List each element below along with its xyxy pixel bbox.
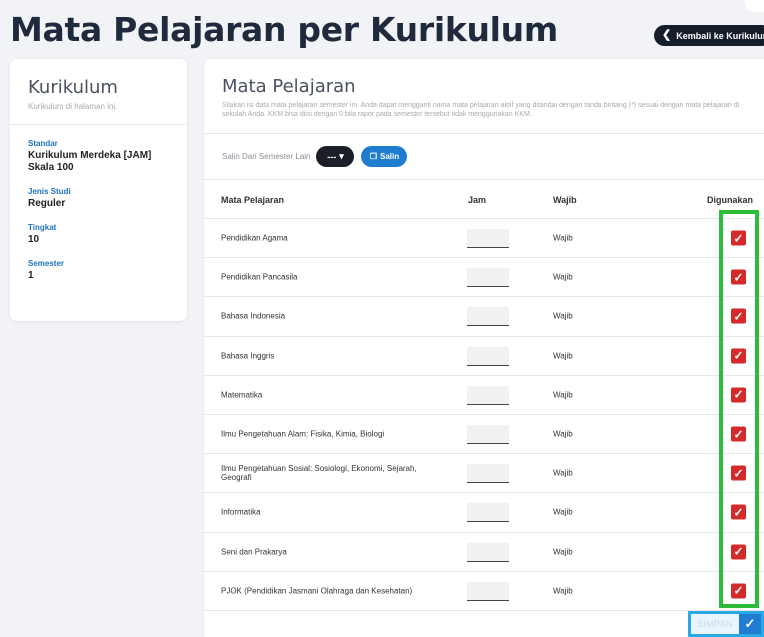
table-row: Informatika Wajib ✓ bbox=[204, 493, 764, 533]
subject-name: Ilmu Pengetahuan Sosial: Sosiologi, Ekon… bbox=[221, 464, 417, 483]
salin-label: Salin bbox=[380, 152, 400, 161]
kurikulum-card-header: Kurikulum Kurikulum di halaman ini. bbox=[10, 59, 187, 125]
semester-select[interactable]: --- ▾ bbox=[316, 146, 355, 167]
digunakan-checkbox[interactable]: ✓ bbox=[731, 583, 746, 599]
wajib-status: Wajib bbox=[553, 547, 573, 557]
table-row: Bahasa Indonesia Wajib ✓ bbox=[204, 297, 764, 337]
wajib-status: Wajib bbox=[553, 272, 573, 282]
kurikulum-info: Standar Kurikulum Merdeka [JAM] Skala 10… bbox=[10, 125, 187, 282]
jam-input[interactable] bbox=[467, 268, 509, 288]
subject-name: Pendidikan Pancasila bbox=[221, 272, 298, 282]
chevron-down-icon: ▾ bbox=[339, 151, 344, 161]
field-label-jenis-studi: Jenis Studi bbox=[28, 187, 71, 196]
jam-input[interactable] bbox=[467, 581, 509, 601]
jam-input[interactable] bbox=[467, 346, 509, 366]
check-icon: ✓ bbox=[739, 614, 761, 634]
jam-input[interactable] bbox=[467, 464, 509, 484]
corner-decoration bbox=[745, 0, 764, 12]
wajib-status: Wajib bbox=[553, 311, 573, 321]
jam-input[interactable] bbox=[467, 229, 509, 248]
wajib-status: Wajib bbox=[553, 468, 573, 478]
table-row: PJOK (Pendidikan Jasmani Olahraga dan Ke… bbox=[204, 572, 764, 611]
jam-input[interactable] bbox=[467, 424, 509, 444]
salin-button[interactable]: ❐ Salin bbox=[361, 146, 408, 167]
kurikulum-subtitle: Kurikulum di halaman ini. bbox=[28, 102, 118, 111]
field-label-standar: Standar bbox=[28, 139, 58, 148]
wajib-status: Wajib bbox=[553, 507, 573, 517]
digunakan-checkbox[interactable]: ✓ bbox=[731, 269, 746, 285]
subject-name: Matematika bbox=[221, 390, 263, 400]
column-header-wajib: Wajib bbox=[553, 195, 577, 205]
digunakan-checkbox[interactable]: ✓ bbox=[731, 230, 746, 246]
jam-input[interactable] bbox=[467, 385, 509, 405]
simpan-button[interactable]: SIMPAN ✓ bbox=[688, 611, 764, 637]
table-row: Ilmu Pengetahuan Alam: Fisika, Kimia, Bi… bbox=[204, 415, 764, 455]
wajib-status: Wajib bbox=[553, 586, 573, 596]
subject-name: PJOK (Pendidikan Jasmani Olahraga dan Ke… bbox=[221, 586, 413, 596]
copy-from-semester-row: Salin Dari Semester Lain --- ▾ ❐ Salin bbox=[204, 134, 764, 180]
field-value-tingkat: 10 bbox=[28, 234, 40, 245]
field-value-standar: Kurikulum Merdeka [JAM] Skala 100 bbox=[28, 150, 152, 173]
subject-name: Informatika bbox=[221, 507, 261, 517]
jam-input[interactable] bbox=[467, 503, 509, 523]
digunakan-checkbox[interactable]: ✓ bbox=[731, 308, 746, 324]
subject-name: Seni dan Prakarya bbox=[221, 547, 287, 557]
table-row: Seni dan Prakarya Wajib ✓ bbox=[204, 533, 764, 572]
jam-input[interactable] bbox=[467, 307, 509, 327]
digunakan-checkbox[interactable]: ✓ bbox=[731, 465, 746, 481]
kurikulum-card: Kurikulum Kurikulum di halaman ini. Stan… bbox=[10, 59, 187, 321]
digunakan-checkbox[interactable]: ✓ bbox=[731, 387, 746, 403]
chevron-left-icon: ❮ bbox=[662, 29, 672, 41]
wajib-status: Wajib bbox=[553, 429, 573, 439]
mata-pelajaran-description: Silakan isi data mata pelajaran semester… bbox=[222, 102, 740, 118]
subject-name: Bahasa Inggris bbox=[221, 351, 275, 361]
table-row: Ilmu Pengetahuan Sosial: Sosiologi, Ekon… bbox=[204, 454, 764, 494]
column-header-mata-pelajaran: Mata Pelajaran bbox=[221, 195, 285, 205]
subject-name: Ilmu Pengetahuan Alam: Fisika, Kimia, Bi… bbox=[221, 429, 385, 439]
digunakan-checkbox[interactable]: ✓ bbox=[731, 426, 746, 442]
digunakan-checkbox[interactable]: ✓ bbox=[731, 348, 746, 364]
table-row: Pendidikan Pancasila Wajib ✓ bbox=[204, 258, 764, 298]
table-row: Pendidikan Agama Wajib ✓ bbox=[204, 219, 764, 259]
subject-name: Pendidikan Agama bbox=[221, 233, 288, 243]
field-value-jenis-studi: Reguler bbox=[28, 198, 66, 209]
digunakan-checkbox[interactable]: ✓ bbox=[731, 504, 746, 520]
table-header: Mata Pelajaran Jam Wajib Digunakan bbox=[204, 180, 764, 219]
field-label-semester: Semester bbox=[28, 259, 65, 268]
mata-pelajaran-card: Mata Pelajaran Silakan isi data mata pel… bbox=[204, 59, 764, 637]
copy-from-label: Salin Dari Semester Lain bbox=[222, 152, 311, 161]
subject-name: Bahasa Indonesia bbox=[221, 311, 286, 321]
subject-table-body: Pendidikan Agama Wajib ✓ Pendidikan Pancasi… bbox=[204, 219, 764, 611]
table-row: Matematika Wajib ✓ bbox=[204, 376, 764, 415]
digunakan-checkbox[interactable]: ✓ bbox=[731, 544, 746, 560]
jam-input[interactable] bbox=[467, 542, 509, 562]
column-header-digunakan: Digunakan bbox=[707, 195, 754, 205]
field-value-semester: 1 bbox=[28, 270, 34, 281]
wajib-status: Wajib bbox=[553, 233, 573, 243]
back-button-label: Kembali ke Kurikulum bbox=[676, 30, 764, 41]
mata-pelajaran-header: Mata Pelajaran Silakan isi data mata pel… bbox=[204, 59, 764, 134]
table-row: Bahasa Inggris Wajib ✓ bbox=[204, 337, 764, 376]
wajib-status: Wajib bbox=[553, 351, 573, 361]
simpan-label: SIMPAN bbox=[697, 619, 733, 629]
field-label-tingkat: Tingkat bbox=[28, 223, 57, 232]
wajib-status: Wajib bbox=[553, 390, 573, 400]
semester-select-value: --- bbox=[327, 151, 337, 162]
column-header-jam: Jam bbox=[468, 195, 487, 205]
back-to-kurikulum-button[interactable]: ❮ Kembali ke Kurikulum bbox=[654, 25, 764, 46]
page-title: Mata Pelajaran per Kurikulum bbox=[10, 10, 558, 49]
copy-icon: ❐ bbox=[369, 152, 377, 161]
mata-pelajaran-title: Mata Pelajaran bbox=[222, 76, 356, 97]
kurikulum-title: Kurikulum bbox=[28, 77, 118, 98]
